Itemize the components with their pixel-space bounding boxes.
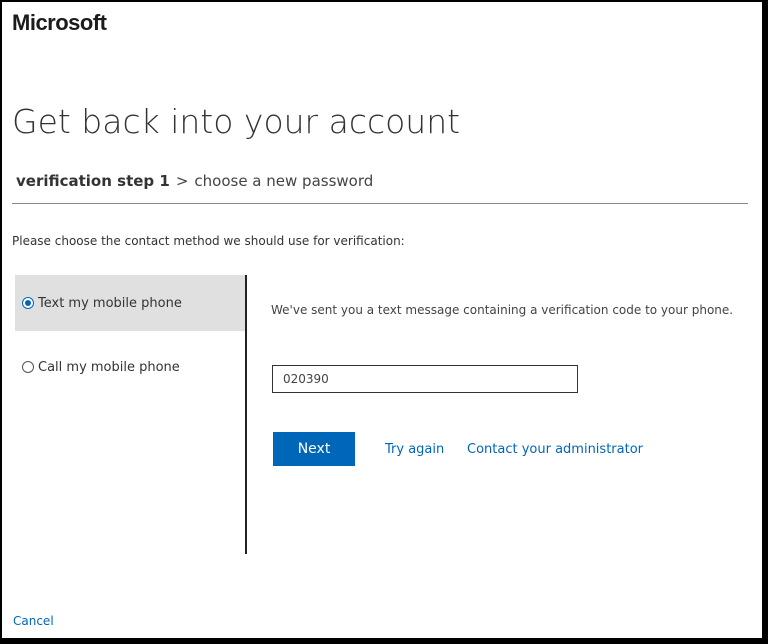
header-divider (12, 203, 748, 204)
page-frame: Microsoft Get back into your account ver… (2, 2, 762, 638)
contact-method-list: Text my mobile phone Call my mobile phon… (15, 275, 245, 553)
verification-message: We've sent you a text message containing… (271, 303, 734, 317)
section-divider (245, 275, 247, 554)
instruction-text: Please choose the contact method we shou… (12, 234, 405, 248)
breadcrumb: verification step 1 > choose a new passwor… (16, 172, 373, 190)
try-again-link[interactable]: Try again (385, 442, 444, 457)
verification-code-input[interactable] (272, 365, 578, 393)
radio-selected-icon[interactable] (22, 297, 34, 309)
option-call-mobile-phone[interactable]: Call my mobile phone (15, 339, 245, 395)
option-label: Text my mobile phone (38, 295, 182, 311)
microsoft-logo: Microsoft (12, 10, 107, 35)
breadcrumb-current-step: verification step 1 (16, 172, 170, 190)
option-text-mobile-phone[interactable]: Text my mobile phone (15, 275, 245, 331)
contact-administrator-link[interactable]: Contact your administrator (467, 442, 643, 457)
option-label: Call my mobile phone (38, 359, 180, 375)
page-title: Get back into your account (12, 102, 461, 141)
radio-unselected-icon[interactable] (22, 361, 34, 373)
breadcrumb-next-step: choose a new password (194, 172, 374, 190)
cancel-link[interactable]: Cancel (13, 614, 54, 628)
next-button[interactable]: Next (273, 432, 355, 466)
breadcrumb-separator: > (175, 172, 189, 190)
